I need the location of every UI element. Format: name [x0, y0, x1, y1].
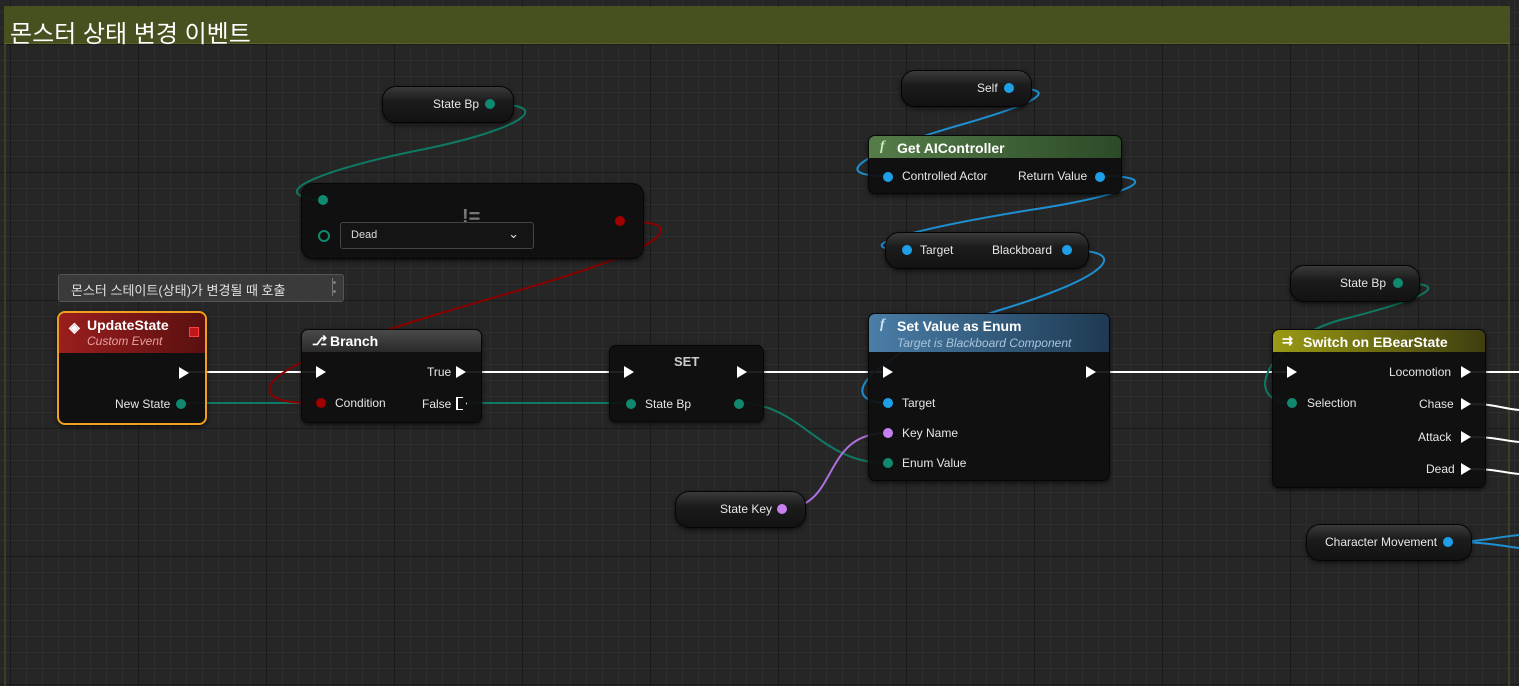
- pin-label-return-value: Return Value: [1018, 169, 1088, 183]
- not-equal-node[interactable]: != Dead ⌄: [301, 183, 644, 259]
- exec-out-pin[interactable]: [179, 367, 189, 379]
- switch-icon: ⇉: [1282, 333, 1293, 348]
- state-bp-out-pin[interactable]: [1393, 278, 1403, 288]
- chase-exec-pin[interactable]: [1461, 398, 1471, 410]
- pin-label-chase: Chase: [1419, 397, 1454, 411]
- state-bp-out-pin[interactable]: [485, 99, 495, 109]
- target-pin[interactable]: [883, 398, 893, 408]
- pin-label-attack: Attack: [1418, 430, 1452, 444]
- pin-label-selection: Selection: [1307, 396, 1357, 410]
- node-title: Switch on EBearState: [1303, 334, 1448, 350]
- var-label: State Key: [720, 502, 773, 516]
- pin-label-locomotion: Locomotion: [1389, 365, 1452, 379]
- self-getter[interactable]: Self: [901, 70, 1032, 107]
- var-label: Character Movement: [1325, 535, 1438, 549]
- pin-label-enum-value: Enum Value: [902, 456, 967, 470]
- true-exec-pin[interactable]: [456, 366, 466, 378]
- pin-label-dead: Dead: [1426, 462, 1455, 476]
- state-bp-getter-2[interactable]: State Bp: [1290, 265, 1420, 302]
- exec-in-pin[interactable]: [316, 366, 326, 378]
- state-bp-getter[interactable]: State Bp: [382, 86, 514, 123]
- pin-label-false: False: [422, 397, 452, 411]
- node-comment-tooltip: 몬스터 스테이트(상태)가 변경될 때 호출 ▪ ▪: [58, 274, 344, 302]
- locomotion-exec-pin[interactable]: [1461, 366, 1471, 378]
- event-diamond-icon: ◈: [69, 319, 80, 335]
- false-exec-pin[interactable]: [456, 397, 467, 410]
- node-header: ⇉ Switch on EBearState: [1273, 330, 1485, 352]
- node-title: Get AIController: [897, 140, 1005, 156]
- get-blackboard-node[interactable]: Target Blackboard: [885, 232, 1089, 269]
- branch-node[interactable]: ⎇ Branch True Condition False: [301, 329, 482, 423]
- enum-value-pin[interactable]: [883, 458, 893, 468]
- switch-on-enum-node[interactable]: ⇉ Switch on EBearState Selection Locomot…: [1272, 329, 1486, 488]
- new-state-pin[interactable]: [176, 399, 186, 409]
- blueprint-graph[interactable]: 몬스터 상태 변경 이벤트 몬스터 스테이트(상태)가 변경될 때 호출 ▪ ▪…: [0, 0, 1519, 686]
- state-bp-out-pin[interactable]: [734, 399, 744, 409]
- pin-label-blackboard: Blackboard: [992, 243, 1053, 257]
- delegate-pin[interactable]: [189, 327, 199, 337]
- set-value-as-enum-node[interactable]: f Set Value as Enum Target is Blackboard…: [868, 313, 1110, 481]
- node-title: UpdateState: [87, 317, 169, 333]
- node-subtitle: Custom Event: [87, 334, 163, 348]
- pin-label-new-state: New State: [115, 397, 171, 411]
- pin-tooltip-icon[interactable]: ▪ ▪: [332, 278, 341, 296]
- var-label: State Bp: [1340, 276, 1387, 290]
- pin-label-target: Target: [920, 243, 954, 257]
- exec-in-pin[interactable]: [624, 366, 634, 378]
- self-out-pin[interactable]: [1004, 83, 1014, 93]
- update-state-event-node[interactable]: ◈ UpdateState Custom Event New State: [57, 311, 207, 425]
- target-pin[interactable]: [902, 245, 912, 255]
- node-title: Branch: [330, 333, 379, 349]
- key-name-pin[interactable]: [883, 428, 893, 438]
- branch-icon: ⎇: [312, 333, 327, 348]
- return-value-pin[interactable]: [1095, 172, 1105, 182]
- state-key-getter[interactable]: State Key: [675, 491, 806, 528]
- character-movement-out-pin[interactable]: [1443, 537, 1453, 547]
- node-title: SET: [674, 354, 700, 369]
- dead-exec-pin[interactable]: [1461, 463, 1471, 475]
- character-movement-getter[interactable]: Character Movement: [1306, 524, 1472, 561]
- attack-exec-pin[interactable]: [1461, 431, 1471, 443]
- node-header: f Set Value as Enum Target is Blackboard…: [869, 314, 1109, 352]
- pin-label-key-name: Key Name: [902, 426, 959, 440]
- chevron-down-icon: ⌄: [508, 226, 519, 241]
- exec-out-pin[interactable]: [737, 366, 747, 378]
- selection-pin[interactable]: [1287, 398, 1297, 408]
- function-icon: f: [880, 317, 885, 332]
- node-header: ◈ UpdateState Custom Event: [59, 313, 205, 353]
- node-title: Set Value as Enum: [897, 318, 1022, 334]
- controlled-actor-pin[interactable]: [883, 172, 893, 182]
- pin-label-condition: Condition: [335, 396, 386, 410]
- var-label: Self: [977, 81, 998, 95]
- node-header: ⎇ Branch: [302, 330, 481, 352]
- get-ai-controller-node[interactable]: f Get AIController Controlled Actor Retu…: [868, 135, 1122, 194]
- condition-pin[interactable]: [316, 398, 326, 408]
- pin-label-true: True: [427, 365, 452, 379]
- var-label: State Bp: [433, 97, 480, 111]
- set-variable-node[interactable]: SET State Bp: [609, 345, 764, 422]
- exec-in-pin[interactable]: [883, 366, 893, 378]
- pin-label-controlled-actor: Controlled Actor: [902, 169, 988, 183]
- tooltip-text: 몬스터 스테이트(상태)가 변경될 때 호출: [71, 283, 286, 298]
- blackboard-out-pin[interactable]: [1062, 245, 1072, 255]
- state-bp-in-pin[interactable]: [626, 399, 636, 409]
- a-input-pin[interactable]: [318, 195, 328, 205]
- pin-label-target: Target: [902, 396, 936, 410]
- dropdown-value: Dead: [351, 229, 378, 241]
- enum-dropdown[interactable]: Dead ⌄: [340, 222, 534, 249]
- function-icon: f: [880, 139, 885, 154]
- exec-out-pin[interactable]: [1086, 366, 1096, 378]
- pin-label-state-bp: State Bp: [645, 397, 692, 411]
- bool-return-pin[interactable]: [615, 216, 625, 226]
- node-header: f Get AIController: [869, 136, 1121, 158]
- node-subtitle: Target is Blackboard Component: [897, 336, 1072, 350]
- exec-in-pin[interactable]: [1287, 366, 1297, 378]
- b-input-pin[interactable]: [318, 230, 330, 242]
- state-key-out-pin[interactable]: [777, 504, 787, 514]
